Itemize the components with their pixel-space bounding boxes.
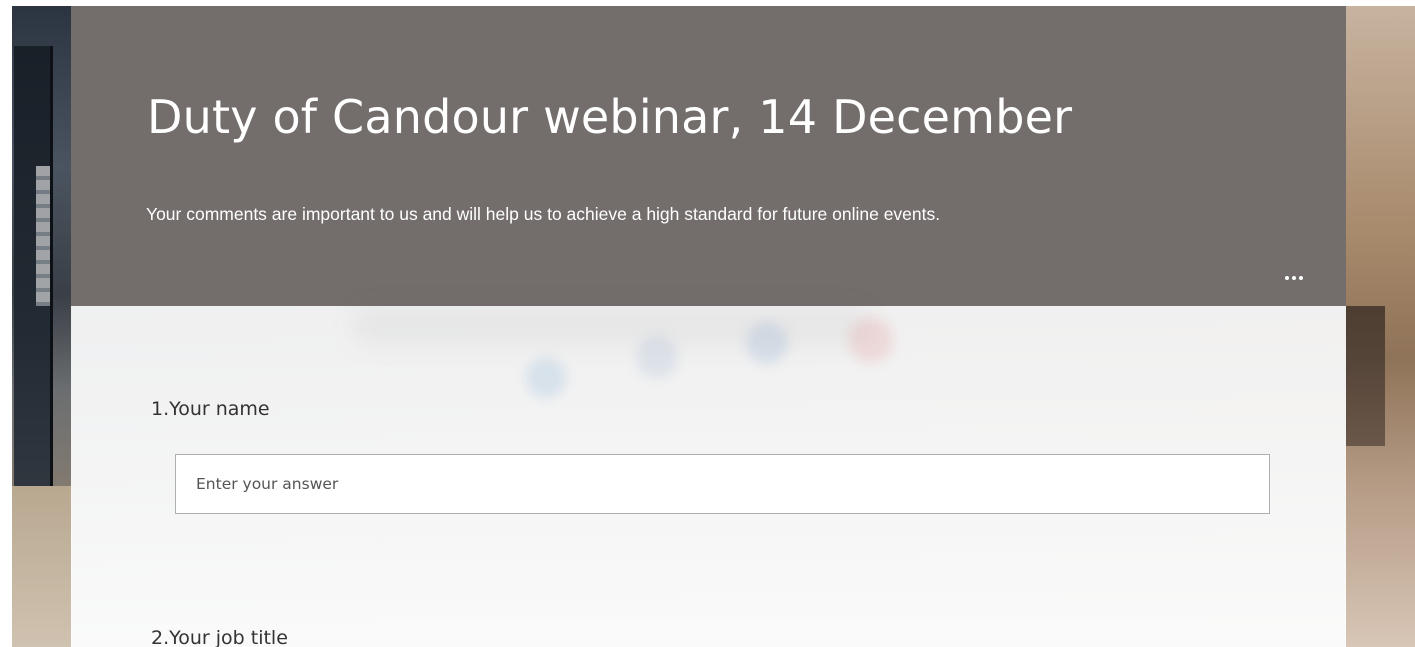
background-blur-shape [636, 336, 678, 378]
more-options-button[interactable] [1279, 266, 1309, 290]
question-2-label: 2.Your job title [151, 627, 288, 647]
background-blur-shape [746, 322, 788, 364]
background-blur-shape [351, 306, 871, 346]
form-card: Duty of Candour webinar, 14 December You… [71, 6, 1346, 647]
question-number: 2. [151, 627, 170, 647]
background-blur-shape [526, 358, 566, 398]
form-description: Your comments are important to us and wi… [146, 204, 941, 224]
background-keys [36, 166, 50, 306]
question-text: Your name [169, 398, 270, 420]
question-text: Your job title [169, 627, 288, 647]
question-1-label: 1.Your name [151, 398, 270, 420]
more-horizontal-icon [1285, 276, 1303, 280]
form-header: Duty of Candour webinar, 14 December You… [71, 6, 1346, 306]
background-right-edge [1345, 6, 1415, 647]
question-2: 2.Your job title [151, 627, 288, 647]
question-1: 1.Your name [151, 398, 270, 420]
question-number: 1. [151, 398, 170, 420]
form-body: 1.Your name 2.Your job title [71, 306, 1346, 647]
name-answer-input[interactable] [175, 454, 1270, 514]
background-desk [12, 486, 72, 647]
background-blur-shape [849, 318, 893, 362]
background-object [1345, 306, 1385, 446]
form-title: Duty of Candour webinar, 14 December [147, 90, 1073, 144]
